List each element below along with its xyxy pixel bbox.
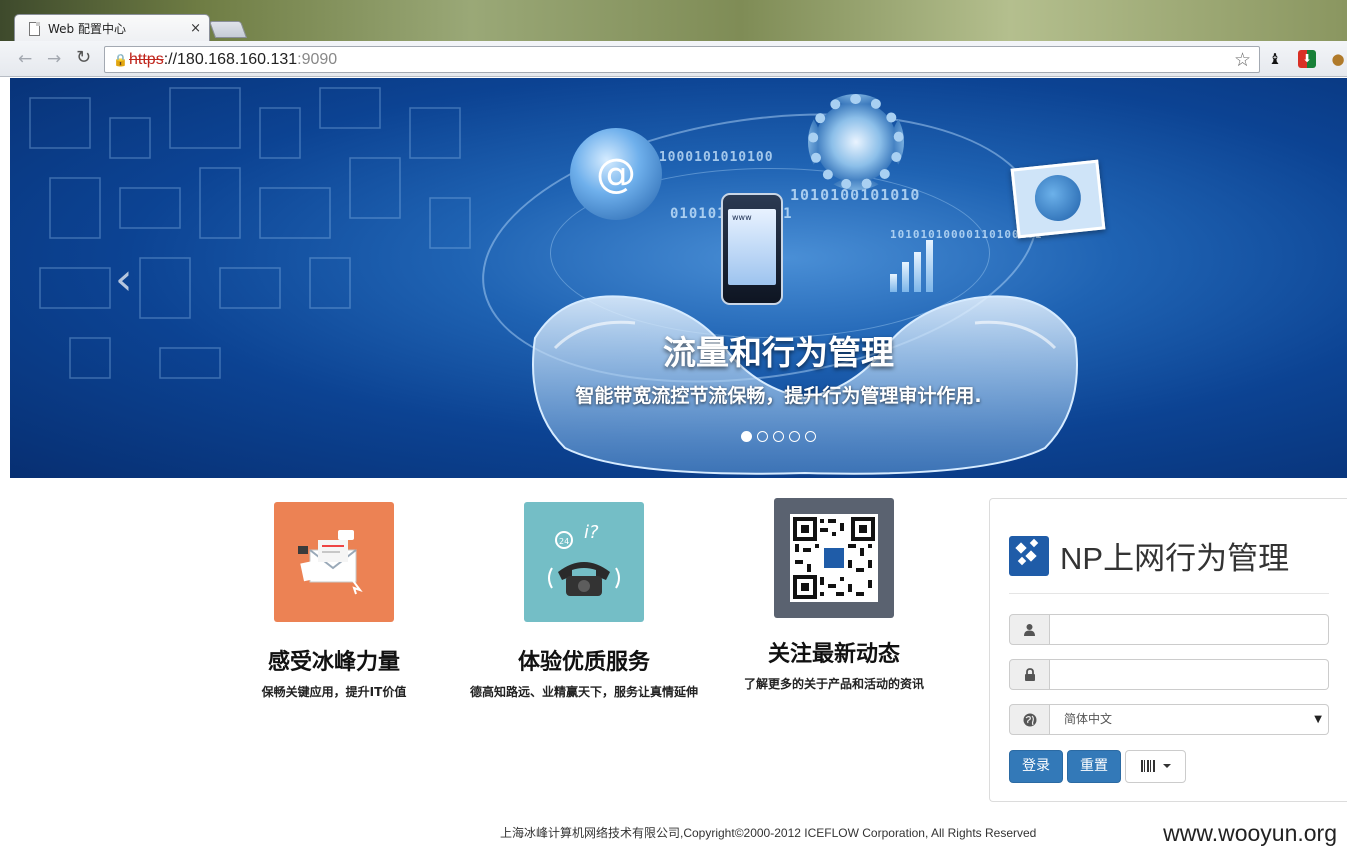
email-globe-icon: @: [570, 128, 662, 220]
feature-title: 关注最新动态: [767, 642, 900, 667]
browser-toolbar: ← → ↻ 🔒 https :// 180.168.160.131 :9090 …: [0, 41, 1347, 77]
feature-title: 感受冰峰力量: [267, 650, 400, 675]
extension-chess-icon[interactable]: ♝: [1266, 50, 1284, 68]
hero-carousel: 11000101010100 1010100101010 01010100101…: [10, 78, 1347, 478]
svg-text:24: 24: [559, 537, 569, 546]
divider: [1009, 593, 1329, 594]
url-scheme: https: [129, 50, 164, 68]
carousel-caption-subtitle: 智能带宽流控节流保畅，提升行为管理审计作用.: [575, 385, 982, 407]
globe-icon: [1009, 704, 1050, 735]
url-separator: ://: [163, 50, 178, 68]
caret-down-icon: [1162, 764, 1171, 768]
feature-card: 24 i? 体验优质服务 德高知路远、业精赢天下，服务让真情延伸: [470, 502, 698, 702]
world-map-icon: [1010, 159, 1106, 239]
carousel-caption-title: 流量和行为管理: [663, 333, 894, 372]
carousel-indicator[interactable]: [741, 431, 752, 442]
barcode-icon: [1140, 760, 1155, 772]
reset-button[interactable]: 重置: [1067, 750, 1121, 783]
new-tab-button[interactable]: [208, 21, 248, 38]
feature-title: 体验优质服务: [517, 650, 650, 675]
watermark: www.wooyun.org: [1163, 820, 1337, 846]
carousel-prev-chevron-icon[interactable]: ‹: [115, 254, 133, 305]
tab-close-icon[interactable]: ×: [190, 21, 201, 36]
brand-header: NP上网行为管理: [1009, 533, 1289, 578]
password-input[interactable]: [1050, 659, 1329, 690]
dropdown-arrow-icon: ▼: [1314, 714, 1322, 725]
address-bar[interactable]: 🔒 https :// 180.168.160.131 :9090 ☆: [104, 46, 1260, 73]
carousel-indicator[interactable]: [757, 431, 768, 442]
qr-code-icon[interactable]: [774, 498, 894, 618]
browser-titlebar: Web 配置中心 ×: [0, 0, 1347, 42]
glass-hands-illustration: [532, 295, 1078, 475]
insecure-lock-icon: 🔒: [113, 52, 128, 67]
login-panel: NP上网行为管理 简体中文 ▼ 登录 重置: [989, 498, 1347, 802]
feature-card: 感受冰峰力量 保畅关键应用，提升IT价值: [240, 502, 428, 702]
binary-text: 11000101010100: [650, 150, 774, 165]
carousel-indicator[interactable]: [805, 431, 816, 442]
page-icon: [29, 21, 40, 36]
gear-icon: [808, 94, 904, 190]
forward-arrow-icon[interactable]: →: [47, 49, 61, 69]
password-group: [1009, 659, 1329, 690]
carousel-indicators: [741, 431, 816, 442]
language-selected-value: 简体中文: [1064, 712, 1113, 726]
smartphone-icon: www: [721, 193, 783, 305]
user-icon: [1009, 614, 1050, 645]
language-group: 简体中文 ▼: [1009, 704, 1329, 735]
more-options-dropdown-button[interactable]: [1125, 750, 1186, 783]
back-arrow-icon[interactable]: ←: [18, 49, 32, 69]
carousel-indicator[interactable]: [789, 431, 800, 442]
feature-card: 关注最新动态 了解更多的关于产品和活动的资讯: [723, 498, 945, 694]
tab-title: Web 配置中心: [48, 22, 126, 36]
iceflow-logo-icon: [1009, 535, 1049, 576]
carousel-indicator[interactable]: [773, 431, 784, 442]
feature-description: 了解更多的关于产品和活动的资讯: [743, 677, 924, 691]
url-host: 180.168.160.131: [177, 50, 298, 68]
brand-title: NP上网行为管理: [1060, 541, 1290, 576]
url-port: :9090: [297, 50, 338, 68]
feature-description: 保畅关键应用，提升IT价值: [261, 685, 407, 699]
browser-tab[interactable]: Web 配置中心 ×: [14, 14, 210, 42]
copyright-footer: 上海冰峰计算机网络技术有限公司,Copyright©2000-2012 ICEF…: [500, 826, 1037, 840]
language-select[interactable]: 简体中文 ▼: [1050, 704, 1329, 735]
username-input[interactable]: [1050, 614, 1329, 645]
bookmark-star-icon[interactable]: ☆: [1234, 49, 1251, 72]
extension-cookie-icon[interactable]: ●: [1329, 50, 1347, 68]
email-icon[interactable]: [274, 502, 394, 622]
feature-description: 德高知路远、业精赢天下，服务让真情延伸: [470, 685, 699, 699]
svg-text:i?: i?: [584, 522, 599, 543]
extension-download-icon[interactable]: ⬇: [1298, 50, 1316, 68]
reload-icon[interactable]: ↻: [76, 47, 91, 68]
username-group: [1009, 614, 1329, 645]
login-button[interactable]: 登录: [1009, 750, 1063, 783]
lock-icon: [1009, 659, 1050, 690]
telephone-icon[interactable]: 24 i?: [524, 502, 644, 622]
